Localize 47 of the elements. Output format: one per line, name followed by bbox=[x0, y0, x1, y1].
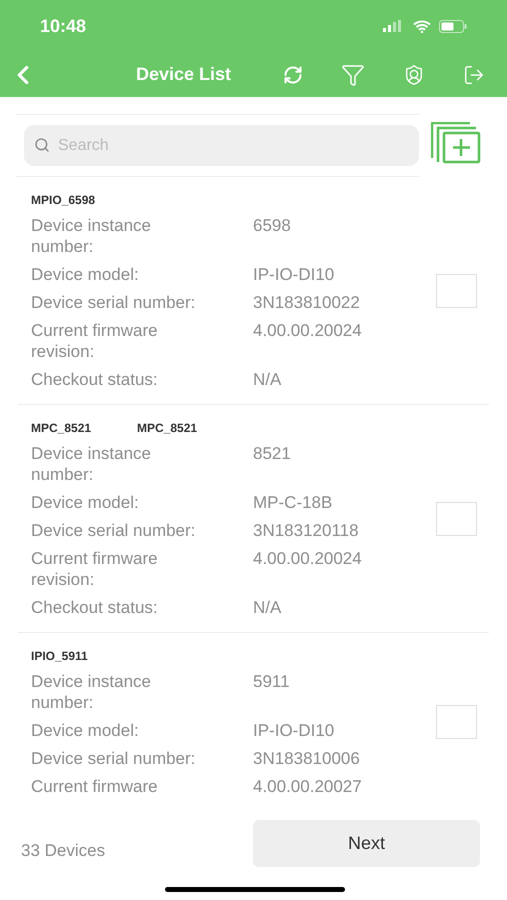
field-value: 6598 bbox=[253, 215, 292, 237]
field-label: Device model: bbox=[31, 492, 140, 513]
field-value: 3N183120118 bbox=[253, 520, 360, 541]
field-value: N/A bbox=[253, 369, 282, 390]
field-label: Device serial number: bbox=[31, 748, 196, 769]
field-label: Current firmware revision: bbox=[31, 320, 159, 362]
select-checkbox[interactable] bbox=[436, 705, 477, 739]
field-label: Device instance number: bbox=[31, 215, 152, 257]
field-value: 4.00.00.20024 bbox=[253, 320, 363, 342]
field-value: 4.00.00.20027 bbox=[253, 776, 363, 797]
page-title: Device List bbox=[136, 63, 232, 86]
wifi-icon bbox=[413, 20, 431, 32]
add-multiple-icon[interactable] bbox=[431, 122, 481, 164]
device-count: 33 Devices bbox=[21, 840, 106, 862]
device-name: MPC_8521 bbox=[137, 420, 198, 437]
field-value: IP-IO-DI10 bbox=[253, 264, 336, 285]
device-name: MPIO_6598 bbox=[31, 192, 96, 209]
filter-icon[interactable] bbox=[341, 62, 365, 86]
field-label: Device serial number: bbox=[31, 520, 196, 541]
logout-icon[interactable] bbox=[463, 64, 485, 86]
select-checkbox[interactable] bbox=[436, 502, 477, 536]
field-label: Device model: bbox=[31, 720, 140, 741]
field-label: Checkout status: bbox=[31, 369, 159, 390]
field-label: Device model: bbox=[31, 264, 140, 285]
search-icon bbox=[34, 137, 50, 153]
field-value: 5911 bbox=[253, 671, 291, 693]
shield-user-icon[interactable] bbox=[403, 64, 425, 86]
field-label: Current firmware bbox=[31, 776, 159, 797]
field-value: IP-IO-DI10 bbox=[253, 720, 336, 741]
field-label: Current firmware revision: bbox=[31, 548, 159, 590]
next-button[interactable]: Next bbox=[253, 820, 480, 867]
field-value: MP-C-18B bbox=[253, 492, 334, 513]
field-label: Device instance number: bbox=[31, 671, 152, 713]
field-value: 3N183810022 bbox=[253, 292, 361, 313]
field-label: Device instance number: bbox=[31, 443, 152, 485]
field-label: Checkout status: bbox=[31, 597, 159, 618]
battery-icon bbox=[439, 20, 467, 32]
device-name: IPIO_5911 bbox=[31, 648, 88, 665]
field-value: 3N183810006 bbox=[253, 748, 361, 769]
field-value: N/A bbox=[253, 597, 282, 618]
device-name: MPC_8521 bbox=[31, 420, 92, 437]
status-time: 10:48 bbox=[40, 14, 86, 38]
refresh-icon[interactable] bbox=[283, 64, 303, 84]
field-label: Device serial number: bbox=[31, 292, 196, 313]
field-value: 4.00.00.20024 bbox=[253, 548, 363, 570]
select-checkbox[interactable] bbox=[436, 274, 477, 308]
field-value: 8521 bbox=[253, 443, 292, 465]
